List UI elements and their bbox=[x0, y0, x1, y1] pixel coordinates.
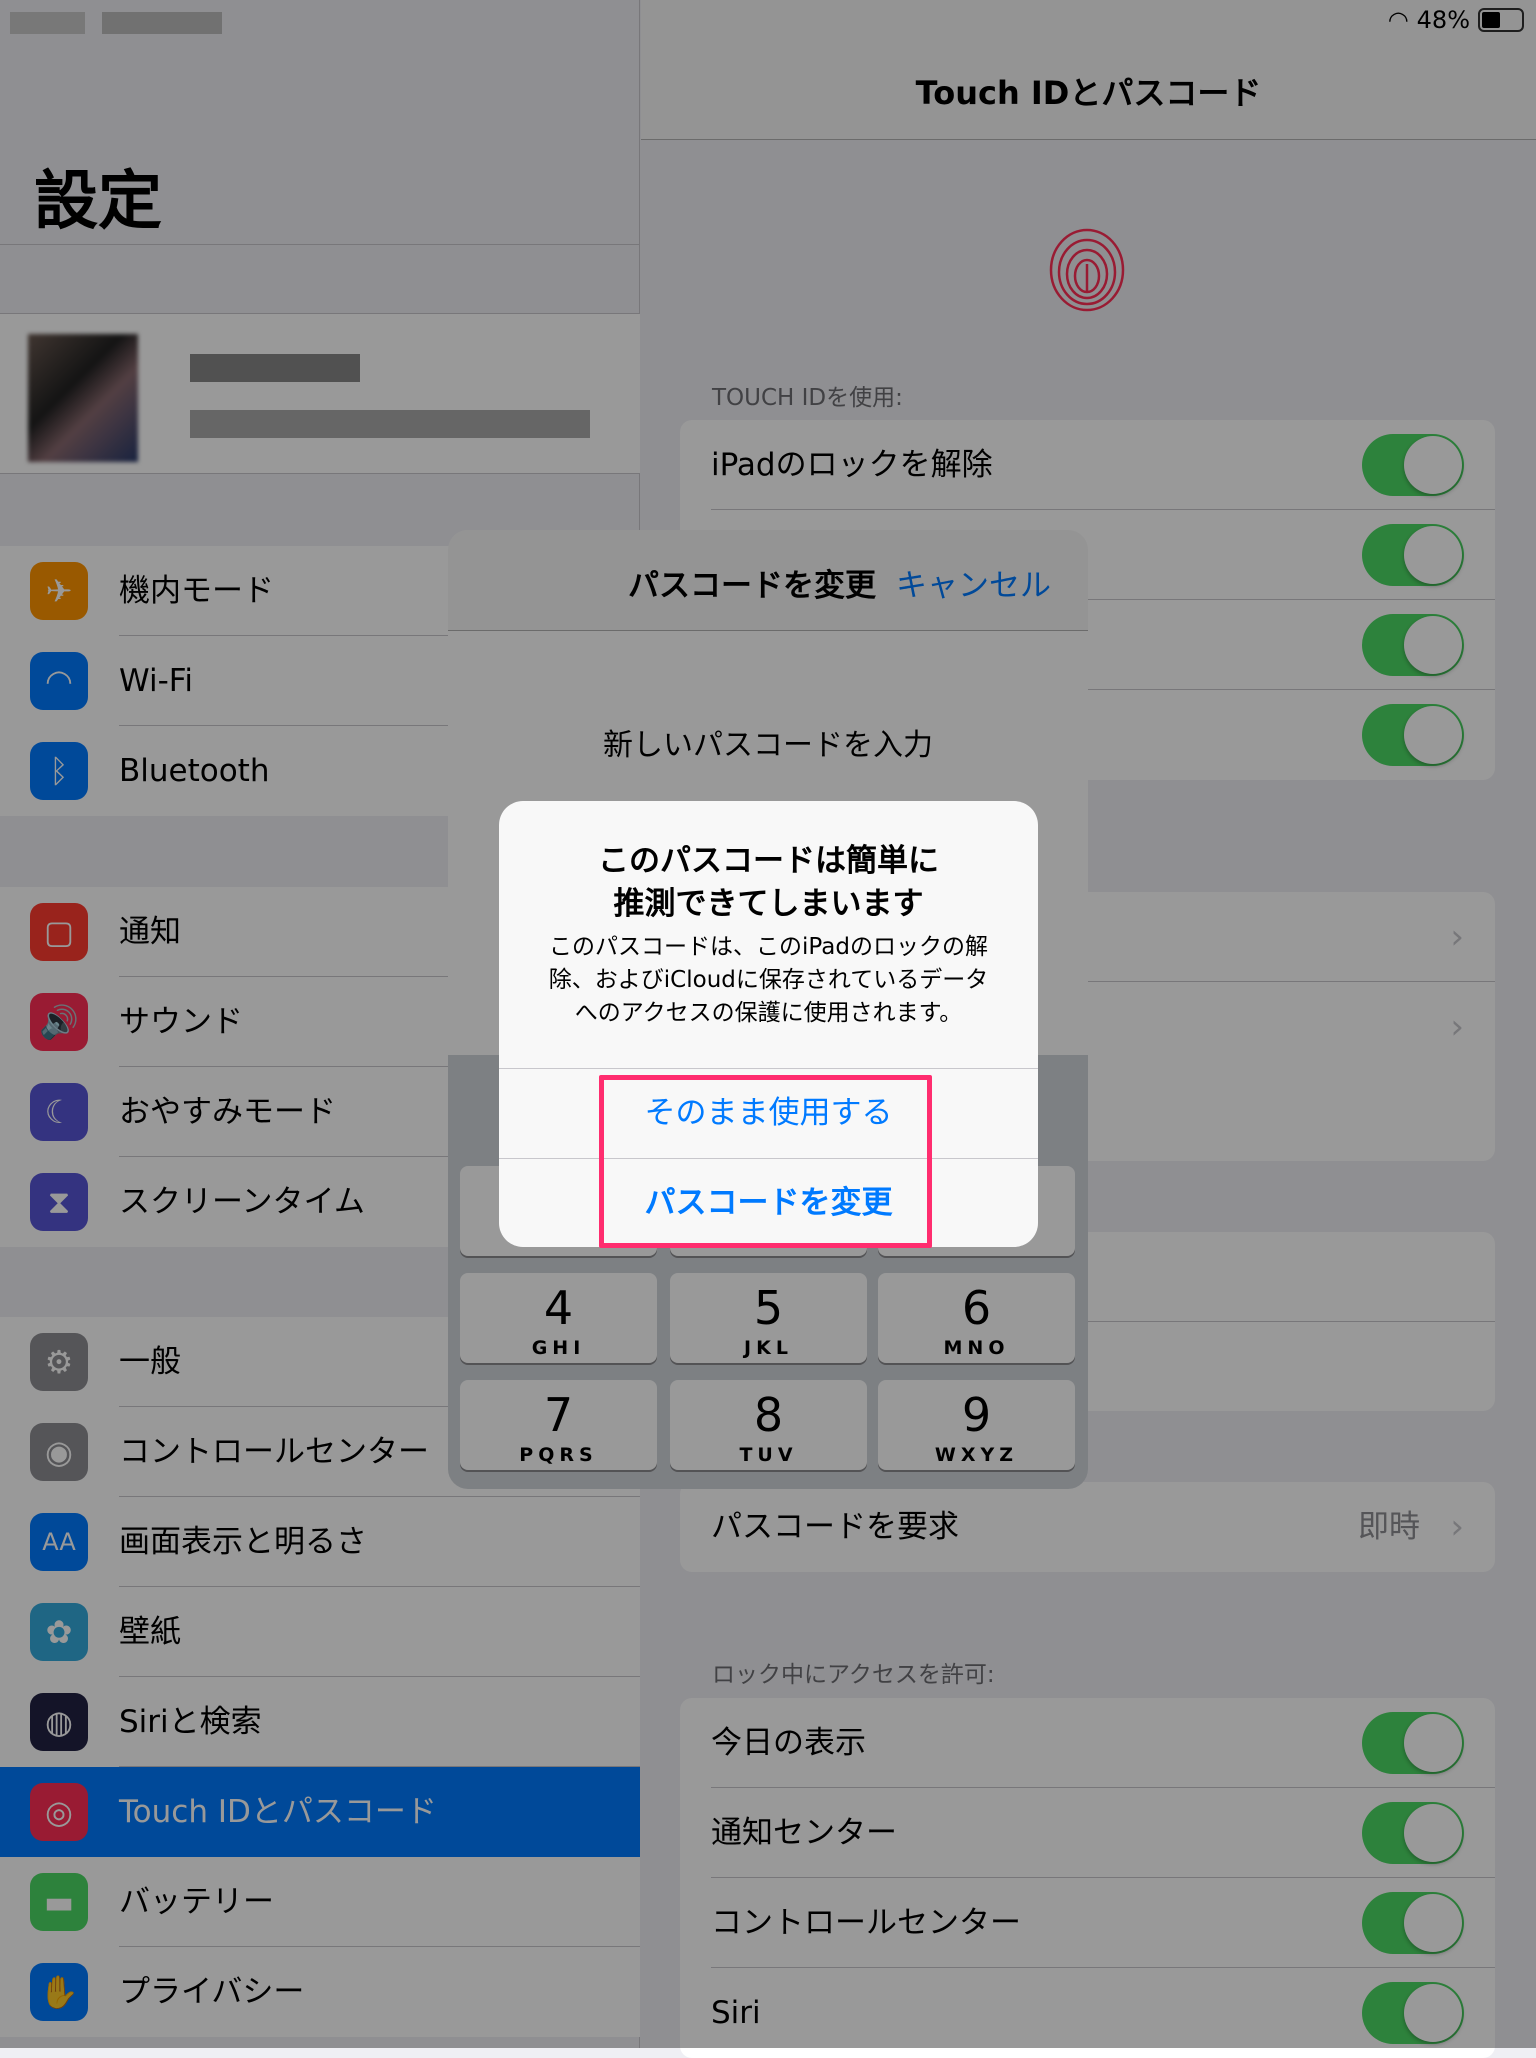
highlight-box bbox=[599, 1075, 932, 1248]
alert-title-line1: このパスコードは簡単に bbox=[598, 843, 939, 879]
alert-body-line2: 除、およびiCloudに保存されているデータ bbox=[548, 967, 989, 993]
alert-body-line1: このパスコードは、このiPadのロックの解 bbox=[549, 934, 988, 960]
alert-body-line3: へのアクセスの保護に使用されます。 bbox=[574, 1000, 963, 1026]
alert-title-line2: 推測できてしまいます bbox=[613, 886, 924, 922]
